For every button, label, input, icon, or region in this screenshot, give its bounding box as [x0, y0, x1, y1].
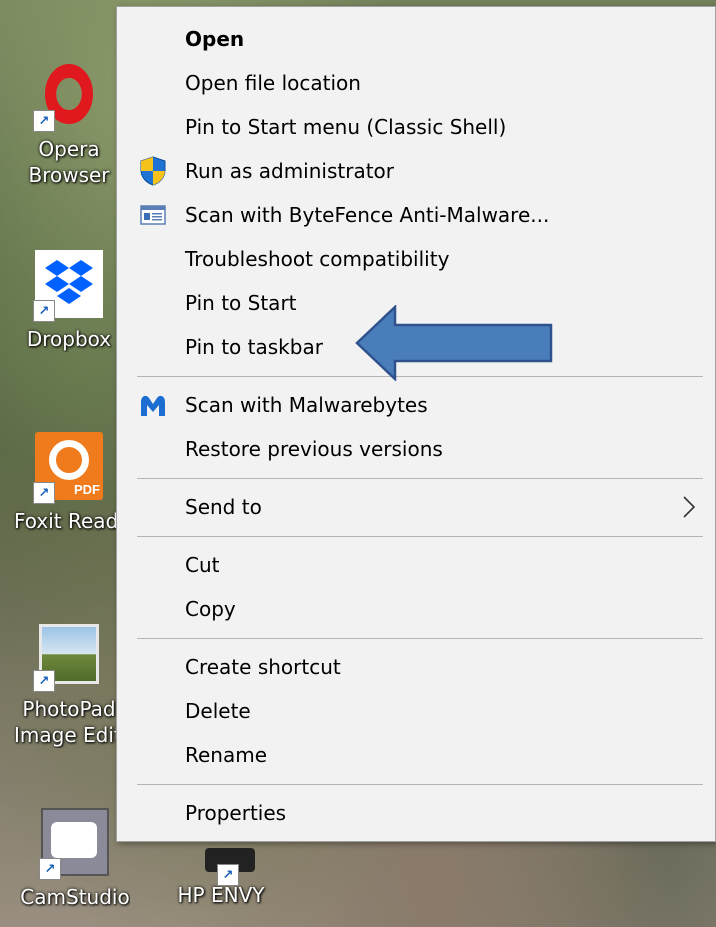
foxit-reader-icon: PDF ↗ [33, 432, 103, 504]
desktop-icon-label: CamStudio [20, 885, 130, 909]
desktop-icon-camstudio[interactable]: ↗ CamStudio [20, 808, 130, 910]
camstudio-icon: ↗ [39, 808, 109, 880]
menu-item-label: Copy [185, 597, 236, 621]
menu-item-label: Create shortcut [185, 655, 341, 679]
shortcut-arrow-icon: ↗ [33, 300, 55, 322]
menu-item-label: Open file location [185, 71, 361, 95]
menu-item-label: Pin to taskbar [185, 335, 323, 359]
menu-item-send-to[interactable]: Send to [117, 485, 715, 529]
menu-item-pin-to-start-classic-shell[interactable]: Pin to Start menu (Classic Shell) [117, 105, 715, 149]
menu-item-label: Cut [185, 553, 220, 577]
menu-item-open[interactable]: Open [117, 17, 715, 61]
menu-item-create-shortcut[interactable]: Create shortcut [117, 645, 715, 689]
photopad-icon: ↗ [33, 620, 103, 692]
menu-item-label: Open [185, 27, 245, 51]
desktop-icon-foxit[interactable]: PDF ↗ Foxit Reader [14, 432, 124, 534]
menu-item-restore-previous-versions[interactable]: Restore previous versions [117, 427, 715, 471]
context-menu: Open Open file location Pin to Start men… [116, 6, 716, 842]
menu-item-troubleshoot-compatibility[interactable]: Troubleshoot compatibility [117, 237, 715, 281]
desktop-icon-hp-envy[interactable]: ↗ HP ENVY [166, 848, 276, 908]
shortcut-arrow-icon: ↗ [217, 864, 239, 886]
chevron-right-icon [677, 491, 701, 523]
opera-icon: ↗ [33, 60, 103, 132]
menu-item-label: Send to [185, 495, 262, 519]
hp-envy-icon: ↗ [187, 848, 255, 886]
menu-item-copy[interactable]: Copy [117, 587, 715, 631]
menu-item-rename[interactable]: Rename [117, 733, 715, 777]
menu-item-cut[interactable]: Cut [117, 543, 715, 587]
menu-item-open-file-location[interactable]: Open file location [117, 61, 715, 105]
desktop-icon-label: Dropbox [26, 327, 112, 351]
shortcut-arrow-icon: ↗ [33, 110, 55, 132]
menu-item-scan-bytefence[interactable]: Scan with ByteFence Anti-Malware... [117, 193, 715, 237]
menu-item-delete[interactable]: Delete [117, 689, 715, 733]
menu-item-label: Scan with Malwarebytes [185, 393, 428, 417]
malwarebytes-icon [137, 389, 169, 421]
menu-separator [137, 784, 703, 785]
menu-item-label: Pin to Start menu (Classic Shell) [185, 115, 507, 139]
menu-item-label: Run as administrator [185, 159, 395, 183]
desktop-icon-label: PhotoPad Image Editor [14, 697, 124, 747]
desktop-icon-photopad[interactable]: ↗ PhotoPad Image Editor [14, 620, 124, 748]
menu-item-label: Scan with ByteFence Anti-Malware... [185, 203, 550, 227]
desktop-icon-label: Opera Browser [28, 137, 110, 187]
desktop-icon-dropbox[interactable]: ↗ Dropbox [14, 250, 124, 352]
shortcut-arrow-icon: ↗ [39, 858, 61, 880]
desktop: ↗ Opera Browser ↗ Dropbox PDF ↗ Foxit Re… [0, 0, 716, 927]
menu-separator [137, 638, 703, 639]
menu-item-label: Delete [185, 699, 251, 723]
menu-item-run-as-administrator[interactable]: Run as administrator [117, 149, 715, 193]
dropbox-icon: ↗ [33, 250, 103, 322]
menu-item-label: Properties [185, 801, 287, 825]
desktop-icon-label: Foxit Reader [14, 509, 124, 533]
desktop-icon-opera[interactable]: ↗ Opera Browser [14, 60, 124, 188]
shortcut-arrow-icon: ↗ [33, 670, 55, 692]
menu-item-scan-malwarebytes[interactable]: Scan with Malwarebytes [117, 383, 715, 427]
menu-item-label: Restore previous versions [185, 437, 443, 461]
menu-separator [137, 478, 703, 479]
menu-item-label: Pin to Start [185, 291, 297, 315]
shortcut-arrow-icon: ↗ [33, 482, 55, 504]
menu-separator [137, 536, 703, 537]
menu-item-label: Troubleshoot compatibility [185, 247, 450, 271]
uac-shield-icon [137, 155, 169, 187]
callout-arrow-icon [355, 305, 553, 381]
menu-item-properties[interactable]: Properties [117, 791, 715, 835]
menu-item-label: Rename [185, 743, 268, 767]
bytefence-icon [137, 199, 169, 231]
